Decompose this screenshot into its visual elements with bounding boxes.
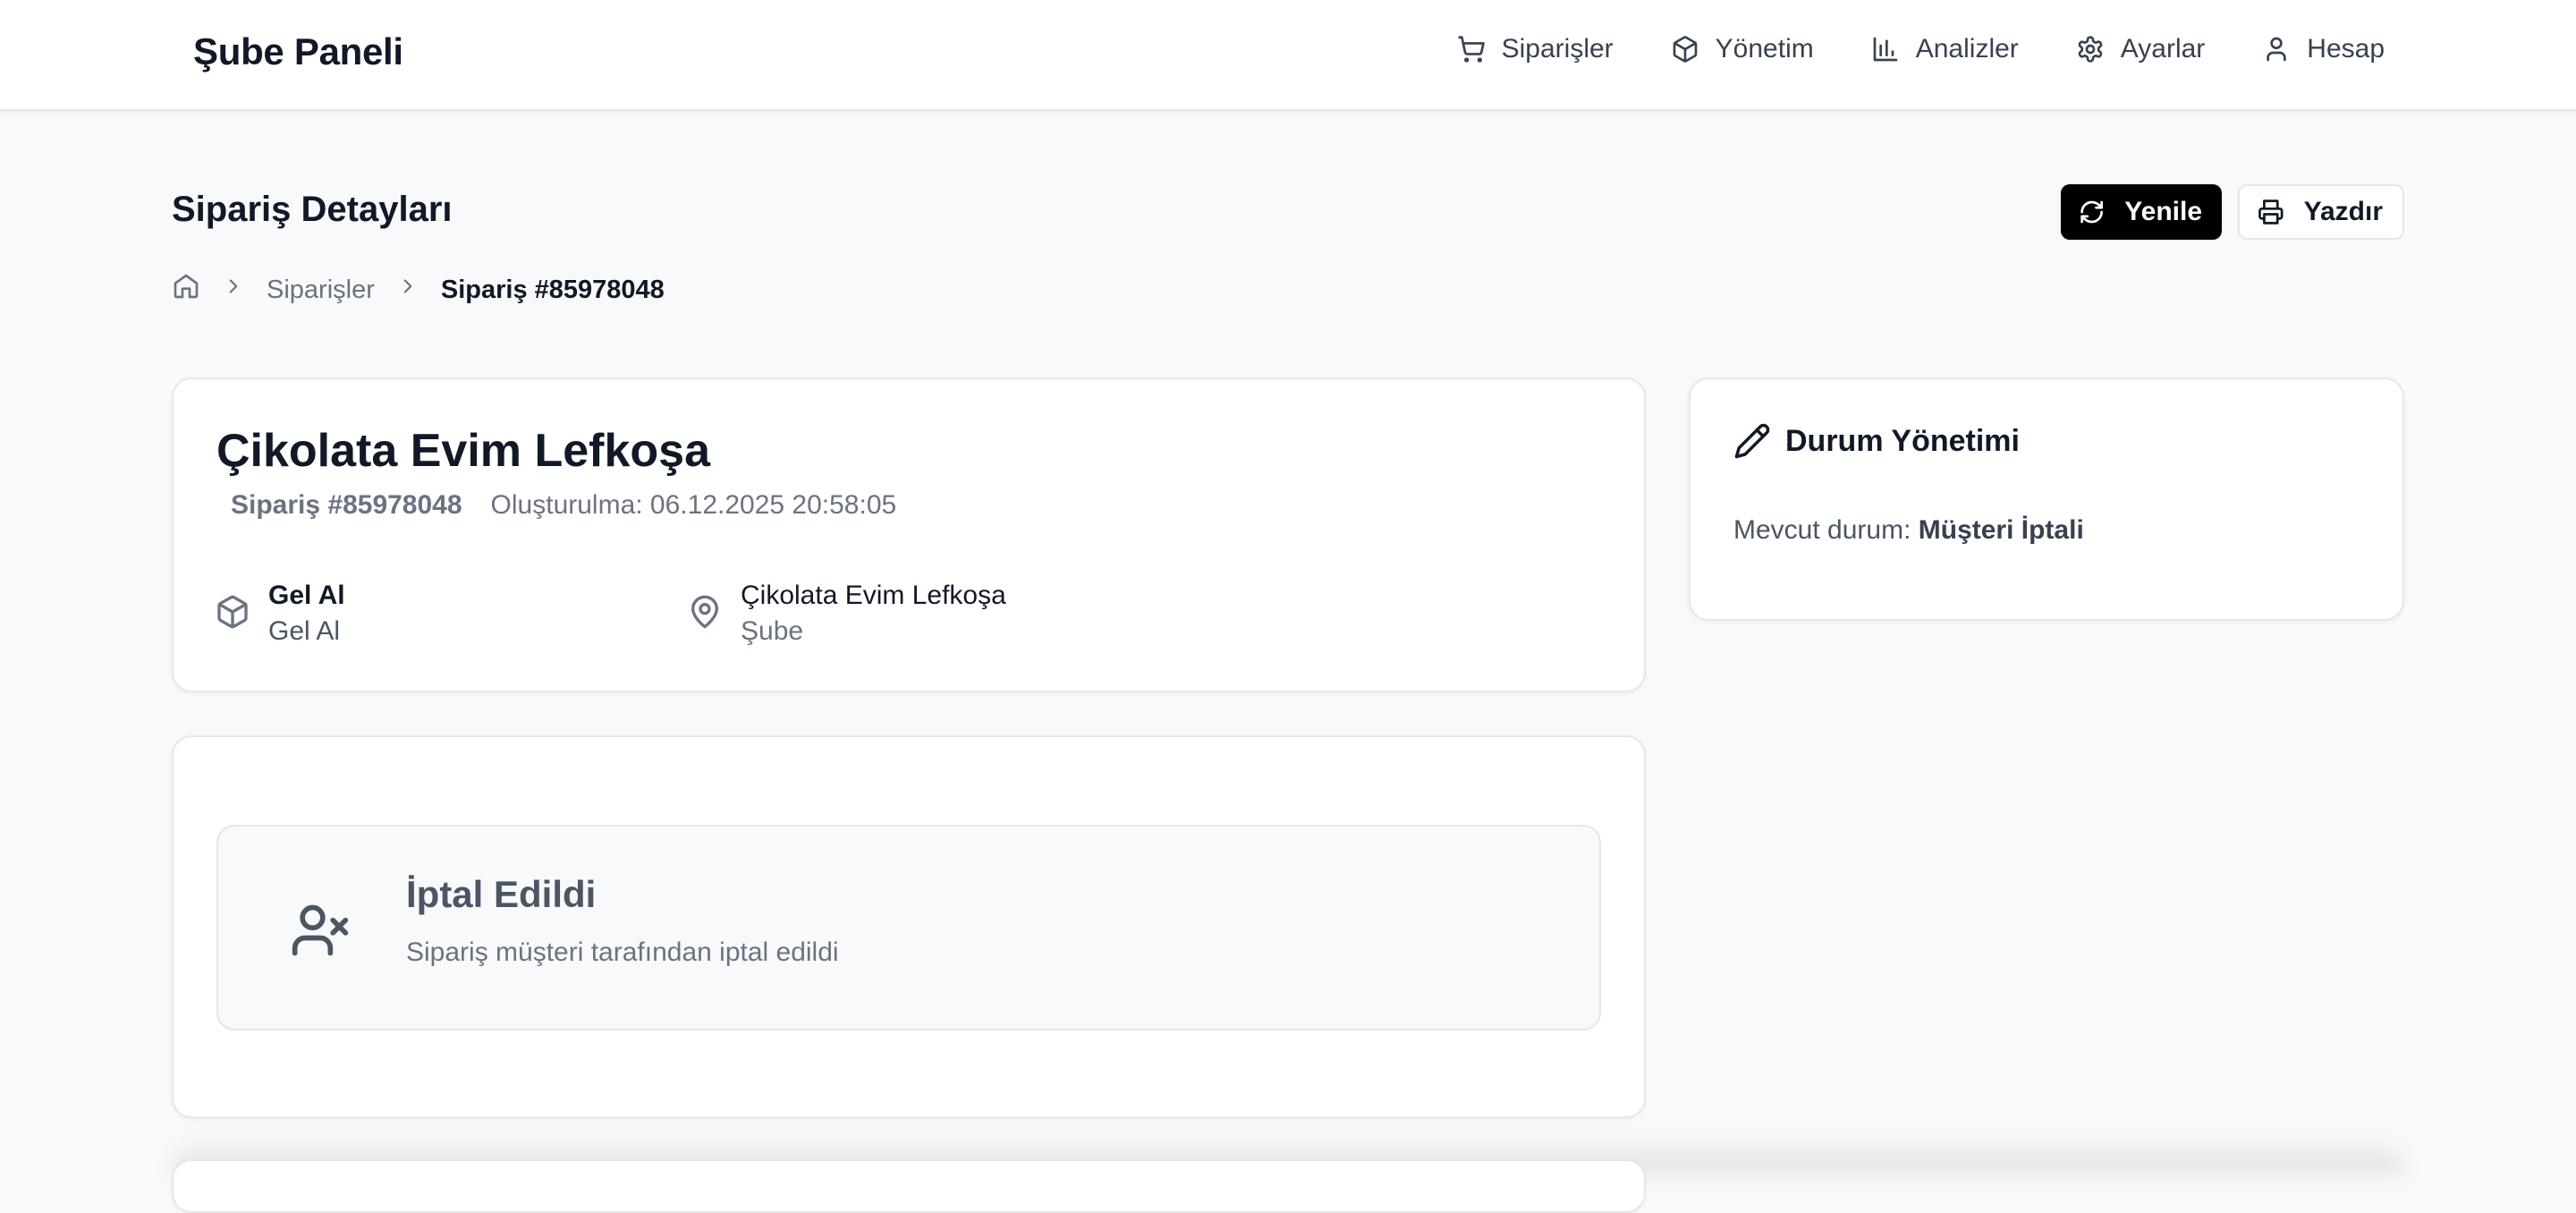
breadcrumb: Siparişler Sipariş #85978048 xyxy=(172,272,665,308)
cancelled-title: İptal Edildi xyxy=(406,873,597,915)
refresh-label: Yenile xyxy=(2124,197,2202,226)
home-icon xyxy=(174,274,199,299)
nav-label: Siparişler xyxy=(1501,34,1614,64)
branch-type: Şube xyxy=(741,616,804,646)
branch-name: Çikolata Evim Lefkoşa xyxy=(741,581,1006,610)
current-status-value: Müşteri İptali xyxy=(1918,515,2084,545)
refresh-icon xyxy=(2080,200,2103,224)
nav-label: Ayarlar xyxy=(2120,34,2206,64)
print-button[interactable]: Yazdır xyxy=(2238,184,2404,240)
nav-item-ayarlar[interactable]: Ayarlar xyxy=(2076,34,2205,64)
next-card xyxy=(172,1159,1646,1213)
gear-icon xyxy=(2078,36,2103,63)
current-status: Mevcut durum: Müşteri İptali xyxy=(1733,515,2084,546)
order-meta: Sipariş #85978048 Oluşturulma: 06.12.202… xyxy=(231,490,896,521)
user-x-icon xyxy=(292,904,349,956)
pencil-icon xyxy=(1734,423,1770,459)
store-name: Çikolata Evim Lefkoşa xyxy=(216,425,710,477)
map-pin-icon xyxy=(691,595,718,629)
user-icon xyxy=(2267,37,2286,62)
status-heading-label: Durum Yönetimi xyxy=(1785,423,2020,458)
nav-label: Hesap xyxy=(2307,34,2385,64)
page-actions: Yenile Yazdır xyxy=(2061,184,2404,240)
breadcrumb-orders-link[interactable]: Siparişler xyxy=(267,276,375,305)
nav-label: Yönetim xyxy=(1715,34,1814,64)
delivery-subtype: Gel Al xyxy=(268,616,341,646)
package-icon xyxy=(1673,36,1698,63)
cancelled-description: Sipariş müşteri tarafından iptal edildi xyxy=(406,937,839,967)
breadcrumb-separator xyxy=(396,275,419,305)
page-title: Sipariş Detayları xyxy=(172,190,453,229)
delivery-type-info: Gel Al Gel Al xyxy=(215,578,345,649)
nav-item-siparisler[interactable]: Siparişler xyxy=(1457,34,1614,64)
status-management-card: Durum Yönetimi Mevcut durum: Müşteri İpt… xyxy=(1689,377,2404,621)
nav-label: Analizler xyxy=(1915,34,2019,64)
order-number: Sipariş #85978048 xyxy=(231,490,462,520)
brand-title[interactable]: Şube Paneli xyxy=(193,30,403,73)
breadcrumb-current: Sipariş #85978048 xyxy=(440,275,665,304)
chevron-right-icon xyxy=(229,279,238,293)
main-nav: Siparişler Yönetim Analizler Ayarlar Hes… xyxy=(1457,34,2385,64)
nav-item-analizler[interactable]: Analizler xyxy=(1871,34,2019,64)
order-summary-card: Çikolata Evim Lefkoşa Sipariş #85978048 … xyxy=(172,377,1646,692)
package-icon xyxy=(217,595,248,629)
nav-item-yonetim[interactable]: Yönetim xyxy=(1671,34,1814,64)
breadcrumb-home[interactable] xyxy=(172,272,200,308)
order-created-date: Oluşturulma: 06.12.2025 20:58:05 xyxy=(490,490,897,520)
branch-info: Çikolata Evim Lefkoşa Şube xyxy=(687,578,1006,649)
refresh-button[interactable]: Yenile xyxy=(2061,184,2222,240)
order-status-card: İptal Edildi Sipariş müşteri tarafından … xyxy=(172,735,1646,1118)
print-label: Yazdır xyxy=(2303,197,2383,226)
status-heading: Durum Yönetimi xyxy=(1733,422,2020,460)
delivery-type: Gel Al xyxy=(268,581,345,610)
printer-icon xyxy=(2258,199,2284,225)
current-status-prefix: Mevcut durum: xyxy=(1733,515,1911,545)
cart-icon xyxy=(1458,36,1485,63)
breadcrumb-separator xyxy=(222,275,245,305)
bar-chart-icon xyxy=(1873,37,1898,62)
chevron-right-icon xyxy=(403,279,412,293)
top-navbar: Şube Paneli Siparişler Yönetim Analizler… xyxy=(0,0,2576,111)
cancelled-notice: İptal Edildi Sipariş müşteri tarafından … xyxy=(216,825,1601,1031)
nav-item-hesap[interactable]: Hesap xyxy=(2262,34,2385,64)
